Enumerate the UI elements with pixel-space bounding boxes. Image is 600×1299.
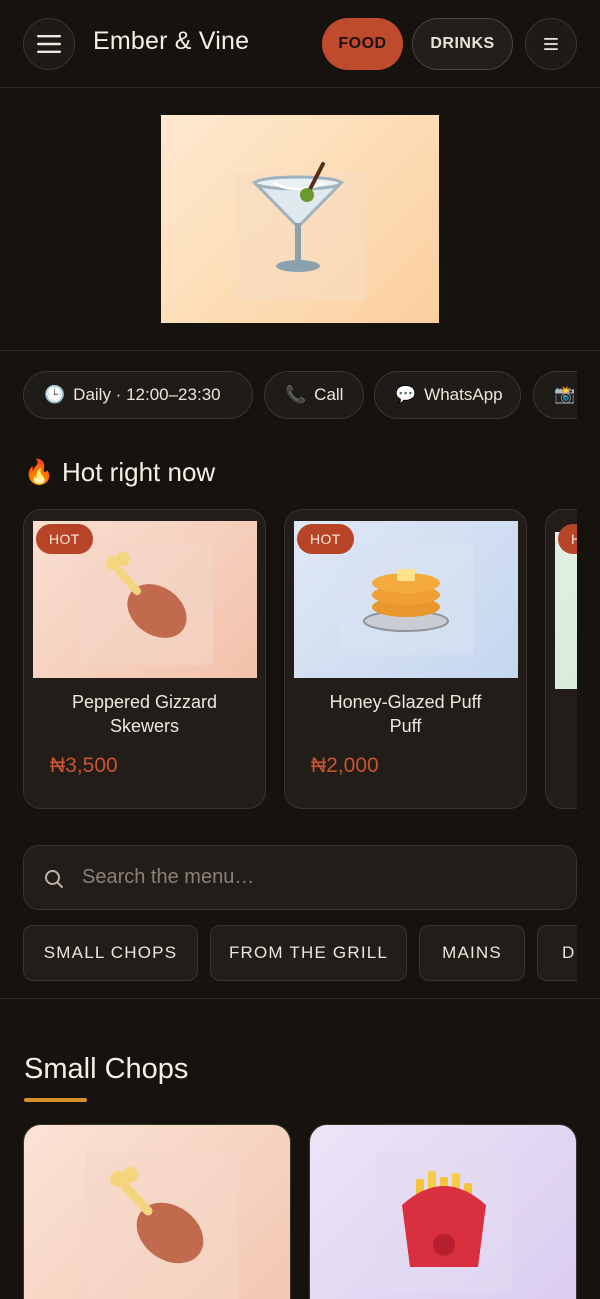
hot-card-partial[interactable]: H <box>545 509 577 809</box>
hot-card[interactable]: HOT Peppered Gizzard Skewers ₦3,500 <box>23 509 266 809</box>
hero-image <box>161 115 439 323</box>
category-tab[interactable]: SMALL CHOPS <box>23 925 198 981</box>
search-box[interactable] <box>23 845 577 910</box>
hot-item-name: Honey-Glazed Puff Puff <box>329 692 482 736</box>
call-chip[interactable]: 📞 Call <box>264 371 364 419</box>
top-bar: Ember & Vine FOOD DRINKS <box>0 0 600 88</box>
instagram-chip[interactable]: 📸 <box>533 371 577 419</box>
divider <box>0 998 600 999</box>
hamburger-menu-button[interactable] <box>23 18 75 70</box>
whatsapp-label: WhatsApp <box>424 385 503 404</box>
section-underline <box>24 1098 87 1102</box>
hero-section <box>0 89 600 351</box>
hot-badge: HOT <box>297 524 354 554</box>
tab-drinks[interactable]: DRINKS <box>412 18 513 70</box>
hot-card-image <box>555 532 577 689</box>
category-tab[interactable]: MAINS <box>419 925 525 981</box>
cocktail-glass-icon <box>235 162 365 301</box>
tab-food[interactable]: FOOD <box>322 18 403 70</box>
hot-card-overflow-clip: H <box>545 509 577 809</box>
hamburger-menu-icon <box>37 35 61 53</box>
hours-chip[interactable]: 🕒 Daily · 12:00–23:30 <box>23 371 253 419</box>
whatsapp-chip[interactable]: 💬 WhatsApp <box>374 371 521 419</box>
category-tab[interactable]: DI <box>537 925 577 981</box>
camera-icon: 📸 <box>554 385 576 404</box>
hot-badge: HOT <box>36 524 93 554</box>
hot-item-price: ₦3,500 <box>50 754 118 777</box>
call-label: Call <box>314 385 344 404</box>
hot-section-title: Hot right now <box>62 457 216 487</box>
menu-card[interactable] <box>23 1124 291 1299</box>
phone-icon: 📞 <box>285 385 307 404</box>
list-button[interactable] <box>525 18 577 70</box>
list-icon <box>544 38 558 50</box>
hot-item-name: Peppered Gizzard Skewers <box>71 692 218 736</box>
hot-card[interactable]: HOT Honey-Glazed Puff Puff ₦2,000 <box>284 509 527 809</box>
fries-icon <box>376 1153 512 1293</box>
category-overflow-clip: DI <box>537 925 577 981</box>
drumstick-icon <box>86 1153 238 1299</box>
speech-bubble-icon: 💬 <box>395 385 417 404</box>
clock-icon: 🕒 <box>44 385 66 404</box>
search-icon <box>45 870 63 888</box>
menu-card[interactable] <box>309 1124 577 1299</box>
section-title: Small Chops <box>24 1053 189 1085</box>
hot-item-price: ₦2,000 <box>311 754 379 777</box>
search-input[interactable] <box>82 846 552 909</box>
fire-icon: 🔥 <box>24 459 54 486</box>
brand-name: Ember & Vine <box>93 27 250 55</box>
hours-label: Daily · 12:00–23:30 <box>73 385 221 404</box>
chip-overflow-clip: 📸 <box>533 371 577 419</box>
category-tab[interactable]: FROM THE GRILL <box>210 925 407 981</box>
